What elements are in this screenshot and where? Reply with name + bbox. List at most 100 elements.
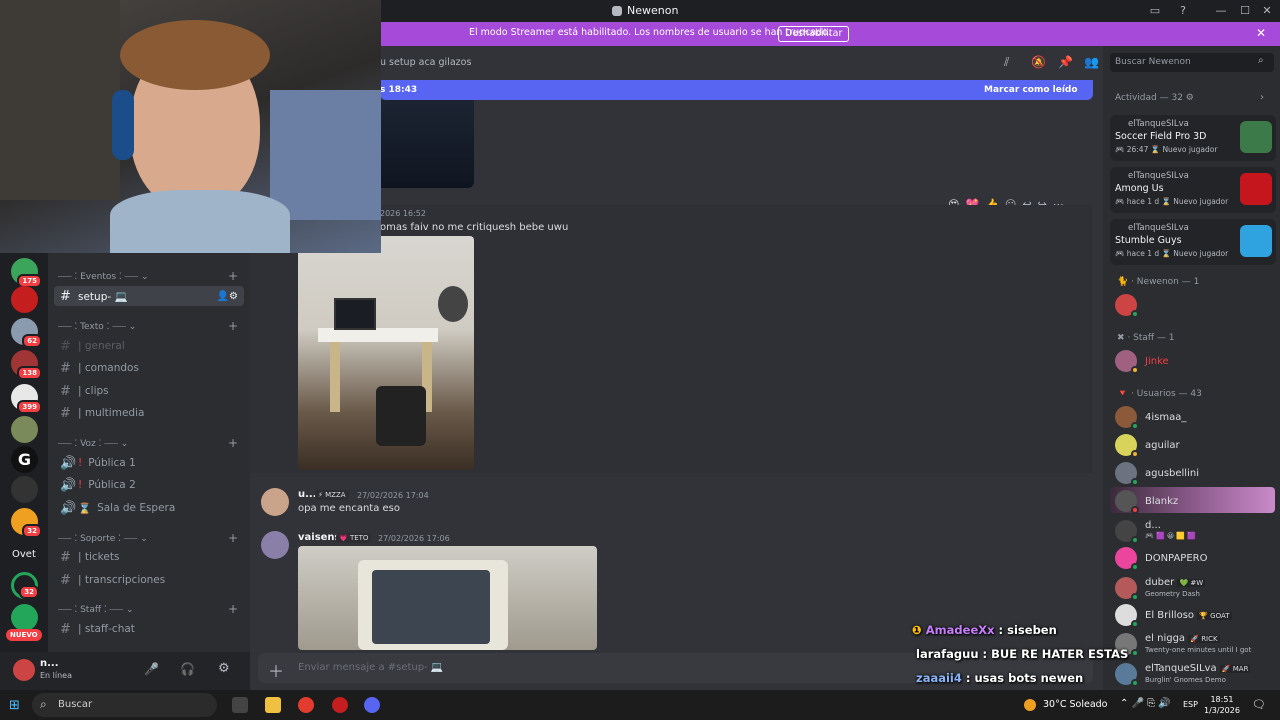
task-view-icon[interactable] xyxy=(232,697,248,713)
activity-card[interactable]: elTanqueSILva Stumble Guys 🎮 hace 1 d ⌛ … xyxy=(1110,219,1276,265)
server-icon[interactable]: 399 xyxy=(11,384,42,414)
category-support[interactable]: ⎯⎯⎯ ⁚ Soporte ⁚ ⎯⎯⎯ ⌄ xyxy=(58,534,148,544)
speaker-icon: 🔊 xyxy=(60,455,77,471)
member-row[interactable] xyxy=(1115,293,1275,318)
member-row[interactable]: DONPAPERO xyxy=(1115,546,1275,571)
add-channel-icon[interactable]: + xyxy=(228,269,238,283)
member-row[interactable]: Jinke xyxy=(1115,349,1275,374)
server-icon[interactable]: G xyxy=(11,446,38,473)
avatar[interactable] xyxy=(261,531,289,559)
server-icon[interactable] xyxy=(11,416,38,443)
inbox-icon[interactable]: ▭ xyxy=(1146,3,1164,19)
add-channel-icon[interactable]: + xyxy=(228,531,238,545)
avatar xyxy=(1115,577,1139,601)
channel-setup[interactable]: # setup- 💻 👤⚙ xyxy=(54,286,244,306)
server-icon[interactable]: 32 xyxy=(11,572,39,599)
mute-icon[interactable]: 🔕 xyxy=(1031,55,1046,69)
close-window-button[interactable]: ✕ xyxy=(1258,3,1276,19)
add-channel-icon[interactable]: + xyxy=(228,602,238,616)
clock[interactable]: 18:51 1/3/2026 xyxy=(1204,694,1240,716)
chevron-right-icon[interactable]: › xyxy=(1260,92,1264,103)
tray-icons[interactable]: ⌃ 🎤 ⎘ 🔊 xyxy=(1120,698,1171,709)
member-row[interactable]: Blankz xyxy=(1115,489,1275,514)
member-row[interactable]: aguilar xyxy=(1115,433,1275,458)
category-staff[interactable]: ⎯⎯⎯ ⁚ Staff ⁚ ⎯⎯⎯ ⌄ xyxy=(58,605,134,615)
voice-channel-publica-1[interactable]: 🔊! Pública 1 xyxy=(54,453,244,473)
server-icon[interactable] xyxy=(11,286,38,313)
pin-icon[interactable]: 📌 xyxy=(1058,55,1073,69)
server-icon[interactable] xyxy=(11,476,38,503)
gear-icon[interactable]: ⚙ xyxy=(218,661,230,676)
voice-channel-publica-2[interactable]: 🔊! Pública 2 xyxy=(54,475,244,495)
close-icon[interactable]: ✕ xyxy=(1256,26,1266,40)
activity-card[interactable]: elTanqueSILva Soccer Field Pro 3D 🎮 26:4… xyxy=(1110,115,1276,161)
attachment-image[interactable] xyxy=(298,546,597,650)
channel-staff-chat[interactable]: # | staff-chat xyxy=(54,619,244,639)
channel-clips[interactable]: # | clips xyxy=(54,381,244,401)
disable-streamer-button[interactable]: Deshabilitar xyxy=(778,26,850,42)
member-row[interactable]: El Brilloso 🏆 GOAT xyxy=(1115,603,1275,628)
category-text[interactable]: ⎯⎯⎯ ⁚ Texto ⁚ ⎯⎯⎯ ⌄ xyxy=(58,322,136,332)
badge-icon: ❶ xyxy=(912,623,922,637)
channel-label: | comandos xyxy=(78,362,139,374)
file-explorer-icon[interactable] xyxy=(265,697,281,713)
settings-icon[interactable]: 👤⚙ xyxy=(217,291,238,302)
server-label[interactable]: Ovet xyxy=(12,549,36,560)
member-row[interactable]: d... 🎮 🟪 😀 🟨 🟪 xyxy=(1115,517,1275,545)
message-author[interactable]: vaisens xyxy=(298,532,341,543)
chrome-icon[interactable] xyxy=(298,697,314,713)
member-row[interactable]: 4ismaa_ xyxy=(1115,405,1275,430)
notifications-icon[interactable]: 🗨 xyxy=(1252,698,1266,711)
channel-transcripciones[interactable]: # | transcripciones xyxy=(54,570,244,590)
add-channel-icon[interactable]: + xyxy=(228,436,238,450)
taskbar-search[interactable]: ⌕ Buscar xyxy=(32,693,217,717)
member-row[interactable]: duber 💚 #W Geometry Dash xyxy=(1115,574,1275,602)
microphone-icon[interactable]: 🎤 xyxy=(144,662,159,676)
member-activity: 🎮 🟪 😀 🟨 🟪 xyxy=(1145,532,1197,540)
server-icon[interactable]: 62 xyxy=(11,318,42,348)
server-icon[interactable]: 138 xyxy=(11,350,42,380)
role-tag: ⚡ MZZA xyxy=(315,490,349,500)
maximize-button[interactable]: ☐ xyxy=(1236,3,1254,19)
speaker-icon: 🔊 xyxy=(60,477,77,493)
server-icon[interactable] xyxy=(11,604,38,631)
weather-text[interactable]: 30°C Soleado xyxy=(1043,699,1107,710)
member-row[interactable]: agusbellini xyxy=(1115,461,1275,486)
app-icon[interactable] xyxy=(332,697,348,713)
members-icon[interactable]: 👥 xyxy=(1084,55,1099,69)
language-indicator[interactable]: ESP xyxy=(1183,700,1198,709)
mark-read-button[interactable]: Marcar como leído xyxy=(984,85,1078,95)
headphones-icon[interactable]: 🎧 xyxy=(180,662,195,676)
member-row[interactable]: el nigga 🚀 RICK Twenty-one minutes until … xyxy=(1115,630,1275,658)
search-input[interactable]: Buscar Newenon xyxy=(1115,57,1191,67)
attachment-image[interactable] xyxy=(380,100,474,188)
avatar[interactable] xyxy=(261,488,289,516)
voice-channel-waiting[interactable]: 🔊 ⌛ Sala de Espera xyxy=(54,498,244,518)
threads-icon[interactable]: ⫽ xyxy=(1004,55,1009,70)
channel-multimedia[interactable]: # | multimedia xyxy=(54,403,244,423)
member-row[interactable]: elTanqueSILva 🚀 MAR Burglin' Gnomes Demo xyxy=(1115,660,1275,688)
server-icon[interactable]: 175 xyxy=(11,258,42,288)
channel-comandos[interactable]: # | comandos xyxy=(54,358,244,378)
message-input[interactable]: Enviar mensaje a #setup- 💻 xyxy=(298,662,443,673)
help-icon[interactable]: ? xyxy=(1174,3,1192,19)
discord-icon[interactable] xyxy=(364,697,380,713)
category-voice[interactable]: ⎯⎯⎯ ⁚ Voz ⁚ ⎯⎯⎯ ⌄ xyxy=(58,439,128,449)
minimize-button[interactable]: — xyxy=(1212,3,1230,19)
category-events[interactable]: ⎯⎯⎯ ⁚ Eventos ⁚ ⎯⎯⎯ ⌄ xyxy=(58,272,149,282)
game-icon xyxy=(1240,225,1272,257)
search-field[interactable]: Buscar Newenon ⌕ xyxy=(1110,53,1274,72)
add-attachment-icon[interactable]: ＋ xyxy=(268,658,284,682)
activity-card[interactable]: elTanqueSILva Among Us 🎮 hace 1 d ⌛ Nuev… xyxy=(1110,167,1276,213)
avatar[interactable] xyxy=(13,659,35,681)
attachment-image[interactable] xyxy=(298,236,474,470)
server-icon[interactable]: 32 xyxy=(11,508,42,538)
channel-tickets[interactable]: # | tickets xyxy=(54,547,244,567)
activity-user: elTanqueSILva xyxy=(1128,171,1189,181)
windows-start-icon[interactable]: ⊞ xyxy=(9,698,20,713)
new-messages-bar[interactable]: s 18:43 Marcar como leído xyxy=(380,80,1093,100)
member-activity: Twenty-one minutes until I got xyxy=(1145,645,1252,654)
add-channel-icon[interactable]: + xyxy=(228,319,238,333)
channel-general[interactable]: # | general xyxy=(54,336,244,356)
message-author[interactable]: u... xyxy=(298,489,317,500)
